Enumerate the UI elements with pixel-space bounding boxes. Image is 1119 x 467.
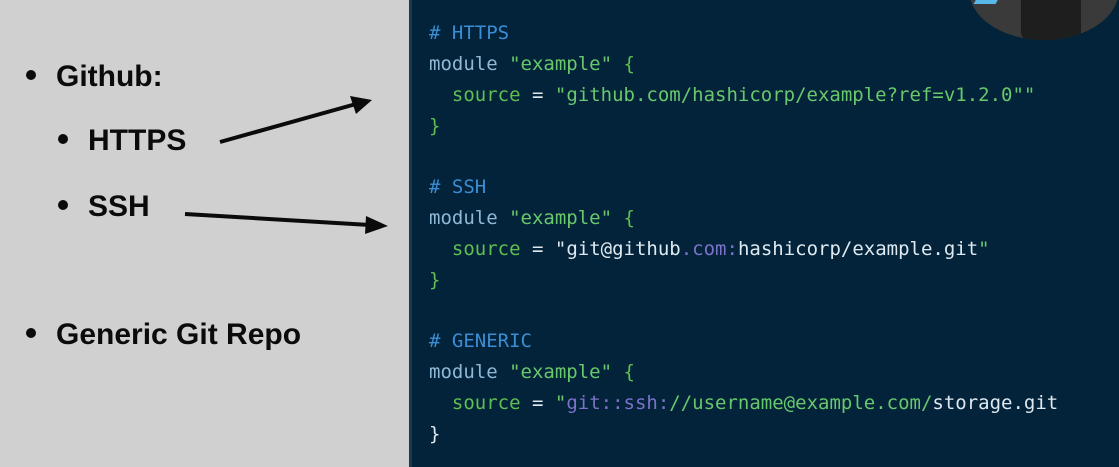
code-module-ssh: module "example" { <box>429 207 635 229</box>
slide-bullets-panel: Github: HTTPS SSH Generic Git Repo <box>0 0 409 467</box>
code-source-part: " <box>978 238 990 260</box>
code-source-part: //username@example.com/ <box>669 392 933 414</box>
code-module-keyword: module <box>429 207 498 229</box>
code-module-name: "example" <box>509 361 613 383</box>
code-source-part: .git <box>932 238 979 260</box>
code-source-part: storage <box>932 392 1013 414</box>
code-module-https: module "example" { <box>429 53 635 75</box>
code-comment-generic: # GENERIC <box>429 330 532 352</box>
code-source-keyword: source <box>451 84 521 106</box>
code-source-https: source = "github.com/hashicorp/example?r… <box>429 84 1035 106</box>
code-module-keyword: module <box>429 361 498 383</box>
arrow-ssh-icon <box>184 212 388 234</box>
code-open-brace: { <box>623 53 635 75</box>
avatar-figure <box>1021 0 1081 40</box>
code-module-generic: module "example" { <box>429 361 635 383</box>
arrow-https-icon <box>219 96 372 144</box>
code-module-keyword: module <box>429 53 498 75</box>
code-module-name: "example" <box>509 207 613 229</box>
code-close-generic: } <box>429 423 441 445</box>
code-source-value: "github.com/hashicorp/example?ref=v1.2.0… <box>554 84 1036 106</box>
code-source-part: .git <box>1012 392 1059 414</box>
code-source-part: "git@github <box>554 238 681 260</box>
code-source-keyword: source <box>451 392 521 414</box>
code-source-part: git::ssh: <box>566 392 670 414</box>
code-open-brace: { <box>623 207 635 229</box>
code-source-part: .com: <box>680 238 738 260</box>
code-panel: # HTTPS module "example" { source = "git… <box>409 0 1119 467</box>
code-close-https: } <box>429 115 441 137</box>
code-module-name: "example" <box>509 53 613 75</box>
code-source-part: hashicorp/example <box>737 238 933 260</box>
arrows-layer <box>184 96 388 234</box>
avatar-accent-icon <box>973 0 1003 4</box>
code-source-keyword: source <box>451 238 521 260</box>
code-equals: = <box>531 392 544 414</box>
code-comment-ssh: # SSH <box>429 176 487 198</box>
code-comment-https: # HTTPS <box>429 22 510 44</box>
code-equals: = <box>531 84 544 106</box>
code-source-generic: source = "git::ssh://username@example.co… <box>429 392 1058 414</box>
code-source-ssh: source = "git@github.com:hashicorp/examp… <box>429 238 990 260</box>
code-close-ssh: } <box>429 269 441 291</box>
code-open-brace: { <box>623 361 635 383</box>
code-source-part: " <box>554 392 567 414</box>
presenter-avatar <box>969 0 1119 40</box>
code-equals: = <box>531 238 544 260</box>
